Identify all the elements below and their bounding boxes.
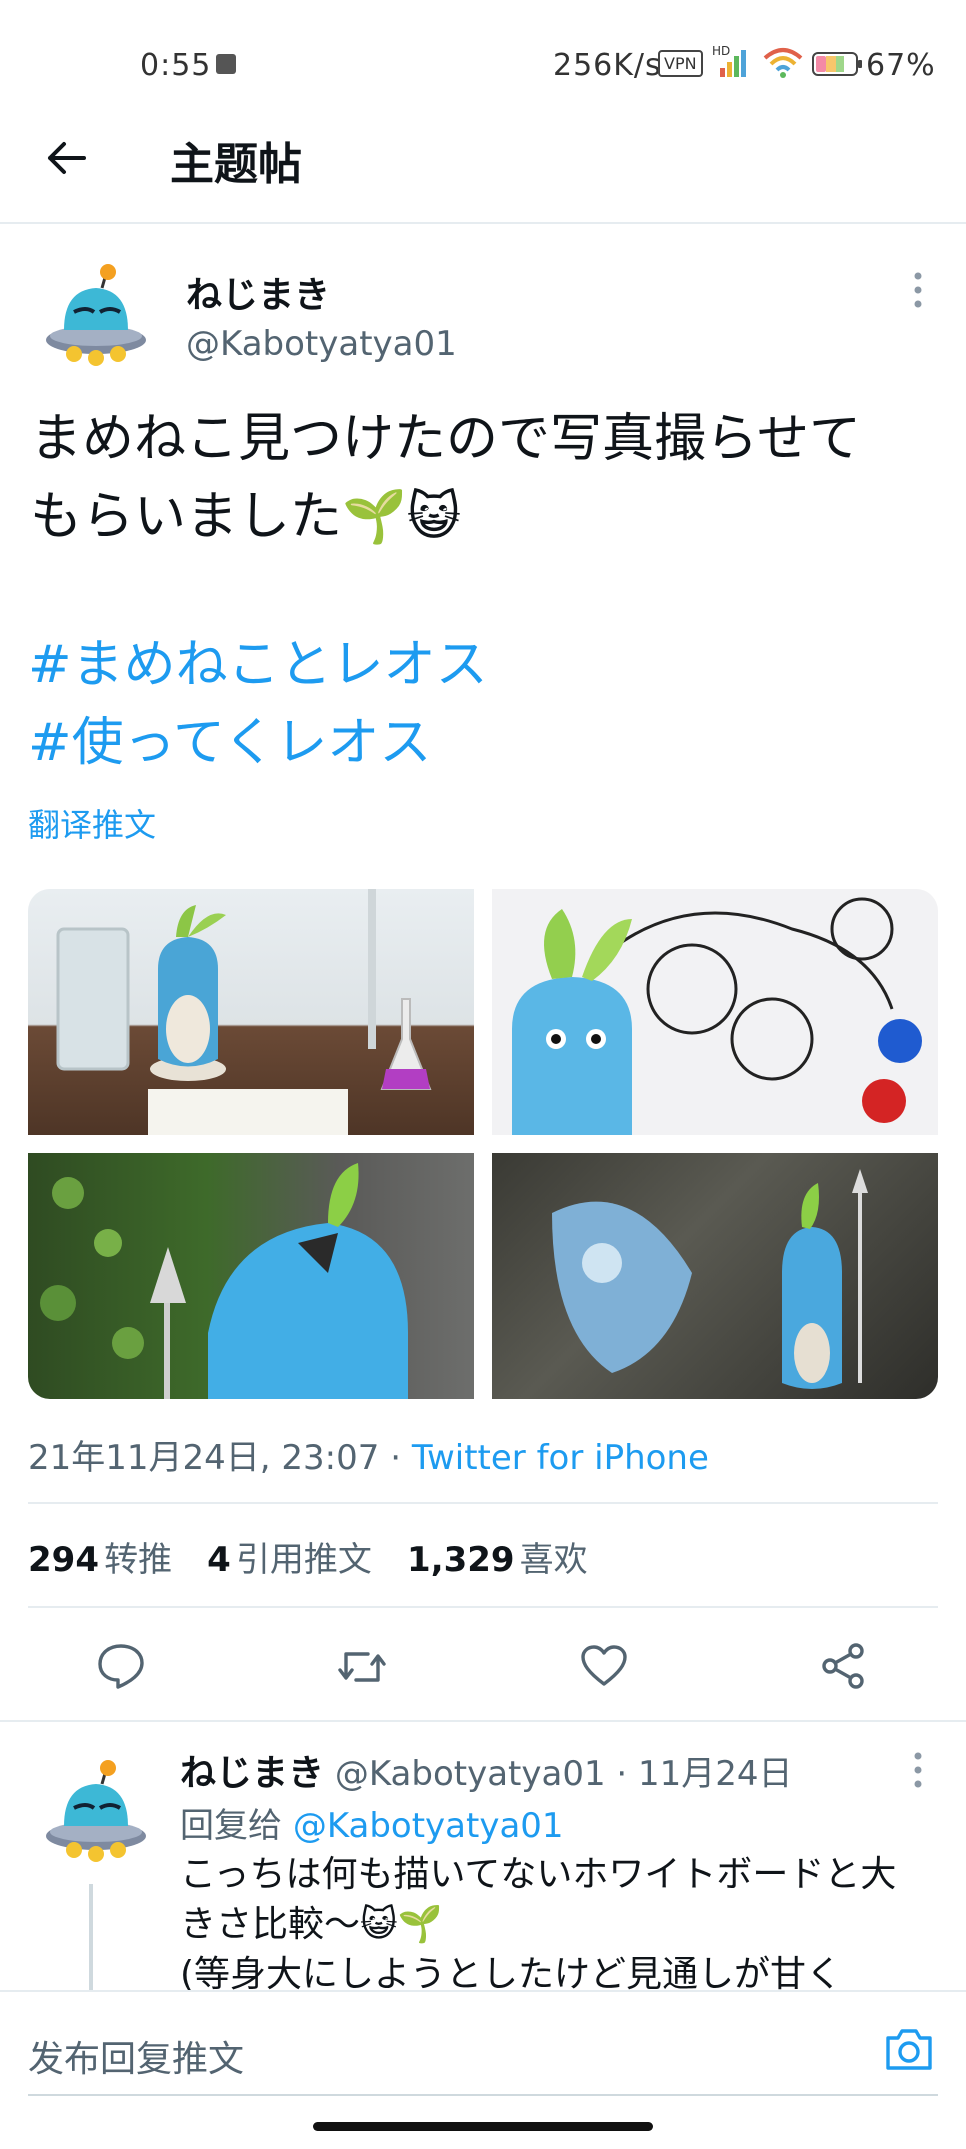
likes-count: 1,329	[407, 1540, 515, 1580]
composer-underline	[28, 2094, 938, 2096]
status-time: 0:55	[140, 48, 212, 83]
vpn-icon: VPN	[658, 50, 703, 77]
tweet-text-line-2: もらいました🌱😺	[30, 487, 461, 547]
tweet-photo-4[interactable]	[492, 1153, 938, 1399]
tweet-metrics: 294 转推 4 引用推文 1,329 喜欢	[28, 1532, 618, 1581]
translate-tweet-link[interactable]: 翻译推文	[28, 800, 156, 846]
reply-author-handle[interactable]: @Kabotyatya01	[335, 1754, 606, 1794]
author-avatar[interactable]	[40, 260, 152, 372]
tweet-source-link[interactable]: Twitter for iPhone	[412, 1438, 709, 1478]
retweets-label: 转推	[104, 1540, 173, 1580]
likes-label: 喜欢	[519, 1540, 588, 1580]
reply-text-line-2: きさ比較〜😺🌱	[180, 1904, 443, 1945]
back-arrow-icon[interactable]	[44, 138, 88, 182]
reply-icon[interactable]	[96, 1642, 146, 1694]
tweet-photo-2[interactable]	[492, 889, 938, 1135]
thread-line	[89, 1884, 93, 1990]
reply-text-line-1: こっちは何も描いてないホワイトボードと大	[180, 1854, 897, 1895]
author-handle[interactable]: @Kabotyatya01	[186, 324, 457, 364]
retweets-stat[interactable]: 294 转推	[28, 1540, 202, 1580]
page-title: 主题帖	[170, 139, 302, 190]
divider	[0, 1720, 966, 1722]
divider	[28, 1606, 938, 1608]
more-options-icon[interactable]	[910, 270, 926, 314]
status-bar: 0:55 256K/s VPN HD 67%	[0, 0, 966, 120]
replying-to-handle[interactable]: @Kabotyatya01	[293, 1806, 564, 1846]
quotes-stat[interactable]: 4 引用推文	[207, 1540, 402, 1580]
likes-stat[interactable]: 1,329 喜欢	[407, 1540, 618, 1580]
divider	[28, 1502, 938, 1504]
reply-author-name[interactable]: ねじまき	[180, 1753, 324, 1794]
signal-icon	[712, 48, 750, 82]
retweets-count: 294	[28, 1540, 99, 1580]
tweet-timestamp: 21年11月24日, 23:07 ·	[28, 1438, 412, 1478]
hashtag-link-2[interactable]: #使ってくレオス	[28, 704, 431, 782]
network-speed: 256K/s	[553, 48, 662, 83]
tweet-text-line-1: まめねこ見つけたので写真撮らせて	[30, 409, 861, 469]
notification-icon	[216, 54, 236, 74]
reply-header: ねじまき @Kabotyatya01 · 11月24日	[180, 1744, 793, 1796]
battery-percent: 67%	[866, 48, 936, 83]
home-indicator[interactable]	[313, 2122, 653, 2131]
hashtag-link-1[interactable]: #まめねことレオス	[28, 626, 488, 704]
replying-to-label: 回复给	[180, 1806, 282, 1846]
tweet-timestamp-row: 21年11月24日, 23:07 · Twitter for iPhone	[28, 1430, 709, 1479]
camera-icon[interactable]	[884, 2026, 934, 2076]
retweet-icon[interactable]	[336, 1646, 388, 1692]
share-icon[interactable]	[820, 1642, 868, 1694]
reply-more-options-icon[interactable]	[910, 1750, 926, 1794]
tweet-photo-3[interactable]	[28, 1153, 474, 1399]
reply-composer-input[interactable]: 发布回复推文	[28, 2030, 244, 2082]
reply-author-avatar[interactable]	[40, 1756, 152, 1868]
reply-date: · 11月24日	[616, 1754, 793, 1794]
top-bar	[0, 120, 966, 224]
quotes-label: 引用推文	[235, 1540, 372, 1580]
reply-text: こっちは何も描いてないホワイトボードと大 きさ比較〜😺🌱 (等身大にしようとした…	[180, 1850, 896, 2000]
tweet-photo-1[interactable]	[28, 889, 474, 1135]
quotes-count: 4	[207, 1540, 231, 1580]
replying-to: 回复给 @Kabotyatya01	[180, 1798, 564, 1847]
like-heart-icon[interactable]	[580, 1644, 628, 1692]
battery-icon	[812, 52, 864, 80]
wifi-icon	[762, 44, 804, 84]
author-name[interactable]: ねじまき	[186, 266, 330, 318]
